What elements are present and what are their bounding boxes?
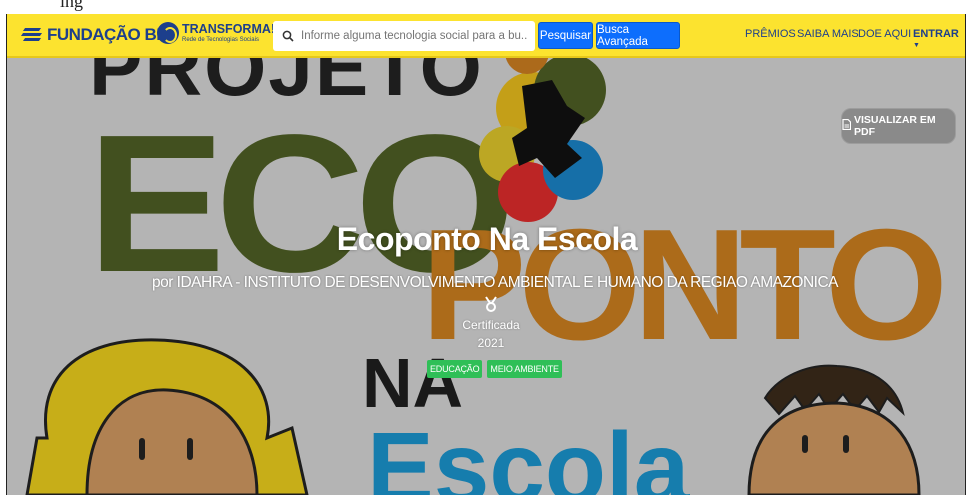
logo-text: FUNDAÇÃO BB	[47, 25, 169, 44]
tag-educacao[interactable]: EDUCAÇÃO	[427, 360, 483, 378]
transforma-logo[interactable]: TRANSFORMA! Rede de Tecnologias Sociais	[157, 22, 275, 44]
menu-premios[interactable]: PRÊMIOS	[745, 28, 796, 40]
certified-label: Certificada	[462, 318, 520, 332]
search-box	[273, 21, 535, 51]
menu-doe-aqui[interactable]: DOE AQUI	[858, 28, 911, 40]
fragment-text: ing	[60, 0, 84, 11]
transforma-title: TRANSFORMA!	[182, 22, 276, 37]
chevron-down-icon: ▼	[913, 42, 920, 49]
advanced-search-button[interactable]: Busca Avançada	[596, 22, 680, 49]
hero-banner: PROJETO ECO PONTO NA Escola VISUALIZAR E…	[7, 58, 965, 495]
browser-viewport: FUNDAÇÃO BB TRANSFORMA! Rede de Tecnolog…	[6, 14, 966, 495]
site-navbar: FUNDAÇÃO BB TRANSFORMA! Rede de Tecnolog…	[7, 14, 965, 58]
search-button[interactable]: Pesquisar	[538, 22, 593, 49]
login-menu[interactable]: ENTRAR ▼	[913, 28, 965, 52]
certified-year: 2021	[477, 336, 505, 350]
bb-mark-icon	[20, 26, 43, 44]
view-pdf-button[interactable]: VISUALIZAR EM PDF	[841, 108, 956, 144]
view-pdf-label: VISUALIZAR EM PDF	[854, 114, 936, 138]
tag-meio-ambiente[interactable]: MEIO AMBIENTE	[487, 360, 562, 378]
author-byline: por IDAHRA - INSTITUTO DE DESENVOLVIMENT…	[151, 274, 839, 291]
certificate-medal-icon	[485, 296, 497, 312]
search-icon	[279, 30, 297, 42]
menu-saiba-mais[interactable]: SAIBA MAIS	[797, 28, 859, 40]
page-title: Ecoponto Na Escola	[336, 221, 638, 257]
login-label: ENTRAR	[913, 28, 959, 40]
page-top-fragment: ing	[0, 0, 968, 14]
tag-list: EDUCAÇÃO MEIO AMBIENTE	[427, 360, 562, 378]
search-input[interactable]	[297, 30, 527, 42]
transforma-subtitle: Rede de Tecnologias Sociais	[182, 36, 259, 43]
fundacao-bb-logo[interactable]: FUNDAÇÃO BB	[20, 23, 169, 47]
transforma-circle-icon	[157, 22, 179, 44]
pdf-file-icon	[842, 118, 852, 133]
